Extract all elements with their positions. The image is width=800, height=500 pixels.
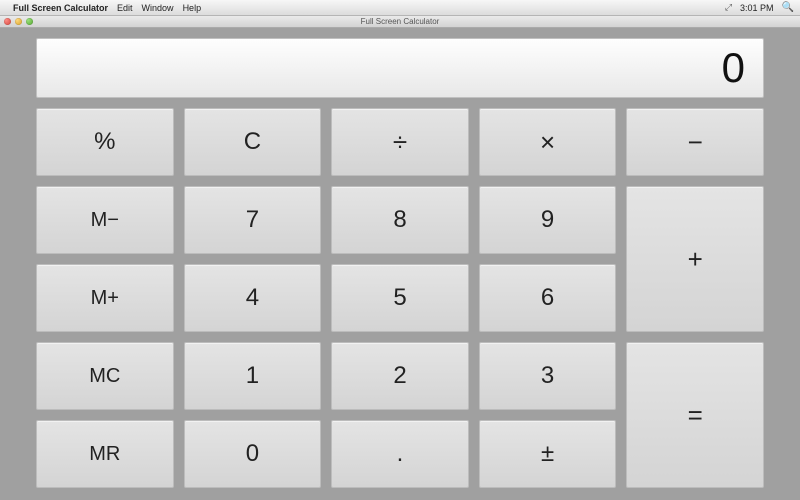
nine-key[interactable]: 9	[479, 186, 617, 254]
window-controls	[4, 18, 33, 25]
spotlight-icon[interactable]: 🔍	[782, 2, 794, 13]
mac-menubar: Full Screen Calculator Edit Window Help …	[0, 0, 800, 16]
menu-window[interactable]: Window	[142, 3, 174, 13]
window-minimize-button[interactable]	[15, 18, 22, 25]
menubar-left: Full Screen Calculator Edit Window Help	[4, 3, 201, 13]
multiply-key[interactable]: ×	[479, 108, 617, 176]
memory-recall-key[interactable]: MR	[36, 420, 174, 488]
six-key[interactable]: 6	[479, 264, 617, 332]
exit-fullscreen-icon[interactable]: ⤢	[725, 2, 732, 13]
calculator: 0 % C ÷ × − M− 7 8 9 + M+ 4 5 6 MC 1 2 3…	[36, 38, 764, 488]
one-key[interactable]: 1	[184, 342, 322, 410]
menu-help[interactable]: Help	[183, 3, 202, 13]
eight-key[interactable]: 8	[331, 186, 469, 254]
two-key[interactable]: 2	[331, 342, 469, 410]
display-value: 0	[722, 44, 745, 92]
calculator-stage: 0 % C ÷ × − M− 7 8 9 + M+ 4 5 6 MC 1 2 3…	[0, 28, 800, 500]
five-key[interactable]: 5	[331, 264, 469, 332]
menu-edit[interactable]: Edit	[117, 3, 133, 13]
app-menu[interactable]: Full Screen Calculator	[13, 3, 108, 13]
window-zoom-button[interactable]	[26, 18, 33, 25]
percent-key[interactable]: %	[36, 108, 174, 176]
plus-key[interactable]: +	[626, 186, 764, 332]
divide-key[interactable]: ÷	[331, 108, 469, 176]
keypad: % C ÷ × − M− 7 8 9 + M+ 4 5 6 MC 1 2 3 =…	[36, 108, 764, 488]
equals-key[interactable]: =	[626, 342, 764, 488]
calculator-display: 0	[36, 38, 764, 98]
memory-plus-key[interactable]: M+	[36, 264, 174, 332]
menubar-clock: 3:01 PM	[740, 3, 774, 13]
seven-key[interactable]: 7	[184, 186, 322, 254]
window-titlebar: Full Screen Calculator	[0, 16, 800, 28]
minus-key[interactable]: −	[626, 108, 764, 176]
decimal-key[interactable]: .	[331, 420, 469, 488]
plus-minus-key[interactable]: ±	[479, 420, 617, 488]
menubar-right: ⤢ 3:01 PM 🔍	[725, 2, 794, 13]
memory-minus-key[interactable]: M−	[36, 186, 174, 254]
zero-key[interactable]: 0	[184, 420, 322, 488]
clear-key[interactable]: C	[184, 108, 322, 176]
window-close-button[interactable]	[4, 18, 11, 25]
four-key[interactable]: 4	[184, 264, 322, 332]
three-key[interactable]: 3	[479, 342, 617, 410]
window-title: Full Screen Calculator	[361, 17, 440, 26]
memory-clear-key[interactable]: MC	[36, 342, 174, 410]
